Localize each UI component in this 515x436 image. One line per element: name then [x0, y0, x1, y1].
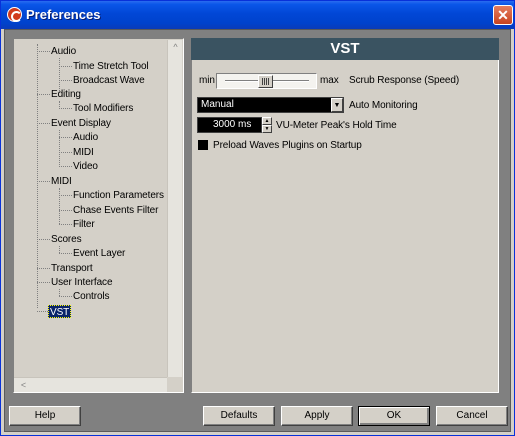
tree-item-event-display-audio[interactable]: Audio: [72, 131, 99, 144]
arrow-up-icon[interactable]: ▲: [262, 117, 272, 125]
tree-line: [37, 181, 50, 182]
tree-item-time-stretch-tool[interactable]: Time Stretch Tool: [72, 60, 150, 73]
vu-hold-time-label: VU-Meter Peak's Hold Time: [276, 120, 397, 131]
tree-item-event-layer[interactable]: Event Layer: [72, 247, 126, 260]
tree-line: [37, 51, 50, 52]
tree-item-filter[interactable]: Filter: [72, 218, 96, 231]
vu-hold-time-stepper[interactable]: ▲ ▼: [262, 117, 272, 133]
tree-line: [59, 166, 72, 167]
tree-line: [59, 224, 72, 225]
tree-item-broadcast-wave[interactable]: Broadcast Wave: [72, 74, 146, 87]
tree-item-midi[interactable]: MIDI: [50, 175, 73, 188]
preload-waves-label: Preload Waves Plugins on Startup: [213, 140, 362, 151]
tree-line: [59, 289, 60, 296]
tree-item-chase-events-filter[interactable]: Chase Events Filter: [72, 204, 159, 217]
scroll-left-icon[interactable]: <: [16, 378, 31, 393]
tree-line: [59, 195, 72, 196]
tree-item-user-interface[interactable]: User Interface: [50, 276, 113, 289]
tree-line: [37, 123, 50, 124]
tree-item-editing[interactable]: Editing: [50, 88, 82, 101]
tree-item-scores[interactable]: Scores: [50, 233, 83, 246]
auto-monitoring-value: Manual: [201, 99, 234, 110]
tree-item-vst[interactable]: VST: [48, 305, 72, 318]
tree-line: [59, 210, 72, 211]
tree-item-audio[interactable]: Audio: [50, 45, 77, 58]
scroll-up-icon[interactable]: ^: [168, 40, 183, 55]
tree-line: [59, 66, 72, 67]
vst-settings-panel: [191, 38, 499, 393]
window-title: Preferences: [26, 7, 101, 22]
scrub-response-label: Scrub Response (Speed): [349, 75, 460, 86]
preferences-tree: Audio Time Stretch Tool Broadcast Wave E…: [13, 38, 184, 393]
tree-item-video[interactable]: Video: [72, 160, 99, 173]
tree-item-event-display[interactable]: Event Display: [50, 117, 112, 130]
tree-horizontal-scrollbar[interactable]: <: [14, 377, 167, 392]
scrub-max-label: max: [320, 75, 339, 86]
tree-line: [37, 239, 50, 240]
tree-line: [37, 94, 50, 95]
tree-line: [59, 188, 60, 224]
ok-button[interactable]: OK: [358, 406, 430, 426]
arrow-down-icon[interactable]: ▼: [262, 125, 272, 133]
tree-item-controls[interactable]: Controls: [72, 290, 110, 303]
preload-waves-checkbox[interactable]: [198, 140, 208, 150]
tree-item-tool-modifiers[interactable]: Tool Modifiers: [72, 102, 134, 115]
tree-line: [59, 253, 72, 254]
tree-line: [59, 130, 60, 165]
title-bar[interactable]: Preferences ✕: [1, 1, 514, 29]
defaults-button[interactable]: Defaults: [203, 406, 275, 426]
tree-content: Audio Time Stretch Tool Broadcast Wave E…: [15, 40, 168, 377]
tree-line: [59, 246, 60, 253]
tree-line: [59, 108, 72, 109]
scrub-min-label: min: [199, 75, 215, 86]
cancel-button[interactable]: Cancel: [436, 406, 508, 426]
help-button[interactable]: Help: [9, 406, 81, 426]
tree-line: [59, 137, 72, 138]
tree-line: [59, 296, 72, 297]
apply-button[interactable]: Apply: [281, 406, 353, 426]
tree-line: [59, 152, 72, 153]
vu-hold-time-value: 3000 ms: [213, 119, 252, 130]
tree-line: [37, 268, 50, 269]
panel-title: VST: [191, 38, 499, 60]
close-button[interactable]: ✕: [493, 5, 513, 25]
tree-line: [59, 80, 72, 81]
tree-line: [59, 101, 60, 107]
cubase-icon: [7, 7, 22, 22]
tree-item-event-display-midi[interactable]: MIDI: [72, 146, 95, 159]
tree-vertical-scrollbar[interactable]: ^: [167, 40, 182, 377]
auto-monitoring-label: Auto Monitoring: [349, 100, 418, 111]
tree-item-transport[interactable]: Transport: [50, 262, 94, 275]
slider-thumb[interactable]: [258, 75, 273, 88]
chevron-down-icon[interactable]: ▼: [331, 98, 343, 112]
vu-hold-time-field[interactable]: 3000 ms: [197, 117, 262, 133]
tree-item-function-parameters[interactable]: Function Parameters: [72, 189, 165, 202]
tree-line: [37, 282, 50, 283]
scrollbar-corner: [167, 377, 182, 392]
auto-monitoring-dropdown[interactable]: Manual ▼: [197, 97, 344, 113]
